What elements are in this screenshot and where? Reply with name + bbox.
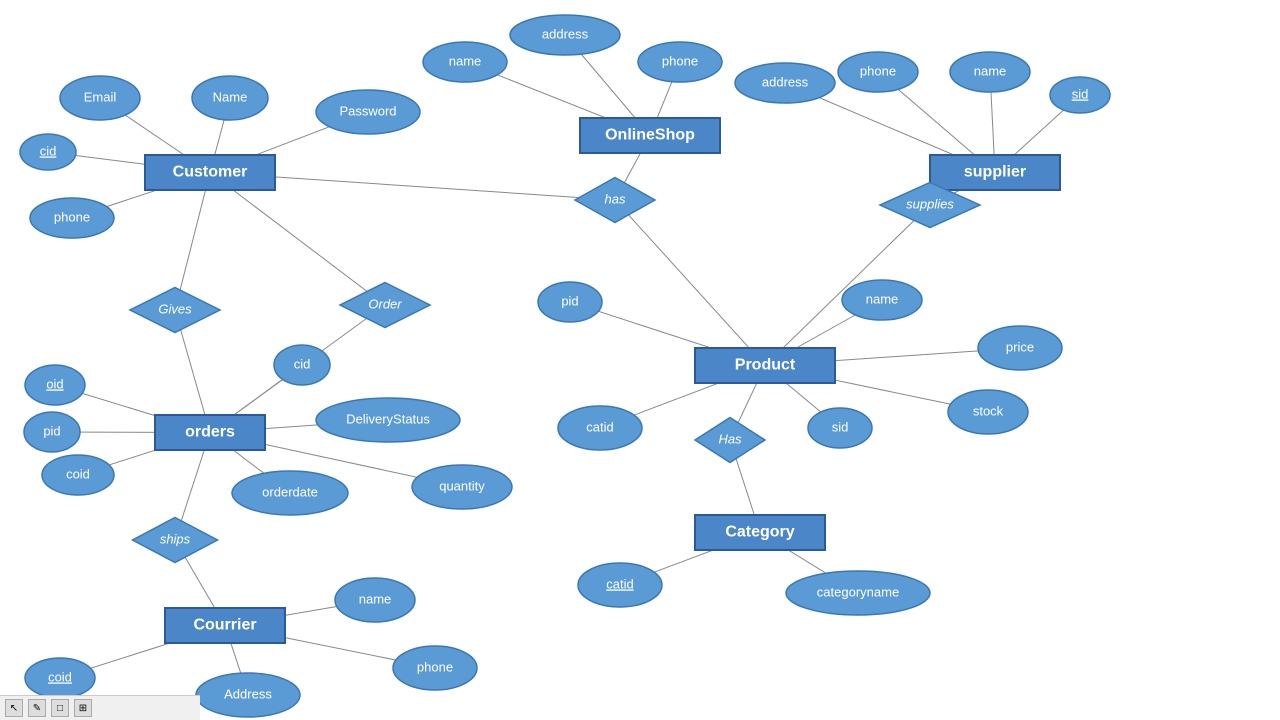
attribute-phone_top: phone	[638, 42, 722, 82]
svg-text:address: address	[542, 26, 589, 41]
svg-text:pid: pid	[561, 293, 578, 308]
attribute-name_courr: name	[335, 578, 415, 622]
attribute-pid_prod: pid	[538, 282, 602, 322]
svg-text:Order: Order	[368, 296, 402, 311]
attribute-catid_prod: catid	[558, 406, 642, 450]
attribute-phone_cust: phone	[30, 198, 114, 238]
attribute-addr_sup: address	[735, 63, 835, 103]
relationship-has2: Has	[695, 418, 765, 463]
svg-text:cid: cid	[40, 143, 57, 158]
svg-text:sid: sid	[1072, 86, 1089, 101]
attribute-catname_cat: categoryname	[786, 571, 930, 615]
attribute-coid_ord: coid	[42, 455, 114, 495]
svg-text:phone: phone	[54, 209, 90, 224]
toolbar-button-1[interactable]: ↖	[5, 699, 23, 717]
svg-text:coid: coid	[66, 466, 90, 481]
attribute-stock_prod: stock	[948, 390, 1028, 434]
svg-text:Email: Email	[84, 89, 117, 104]
attribute-phone_courr: phone	[393, 646, 477, 690]
relationship-ships: ships	[133, 518, 218, 563]
svg-text:ships: ships	[160, 531, 191, 546]
relationship-gives: Gives	[130, 288, 220, 333]
entity-onlineshop: OnlineShop	[580, 118, 720, 153]
svg-text:cid: cid	[294, 356, 311, 371]
er-diagram: OnlineShop Customer supplier Product orders C…	[0, 0, 1280, 720]
svg-text:Product: Product	[735, 357, 796, 374]
entity-category: Category	[695, 515, 825, 550]
attribute-oid_ord: oid	[25, 365, 85, 405]
entity-courrier: Courrier	[165, 608, 285, 643]
attribute-cid_cust: cid	[20, 134, 76, 170]
svg-text:price: price	[1006, 339, 1034, 354]
svg-text:name: name	[359, 591, 392, 606]
svg-text:Customer: Customer	[173, 164, 248, 181]
svg-text:Address: Address	[224, 686, 272, 701]
svg-text:phone: phone	[662, 53, 698, 68]
svg-text:supplier: supplier	[964, 164, 1026, 181]
svg-text:supplies: supplies	[906, 196, 954, 211]
toolbar: ↖ ✎ □ ⊞	[0, 695, 200, 720]
svg-text:Category: Category	[725, 524, 794, 541]
attribute-name_prod: name	[842, 280, 922, 320]
svg-text:stock: stock	[973, 403, 1004, 418]
relationship-has: has	[575, 178, 655, 223]
attribute-phone_sup: phone	[838, 52, 918, 92]
toolbar-button-3[interactable]: □	[51, 699, 69, 717]
svg-text:sid: sid	[832, 419, 849, 434]
entity-supplier: supplier	[930, 155, 1060, 190]
svg-text:Gives: Gives	[158, 301, 192, 316]
entity-product: Product	[695, 348, 835, 383]
attribute-name_top: name	[423, 42, 507, 82]
svg-text:oid: oid	[46, 376, 63, 391]
svg-text:catid: catid	[606, 576, 633, 591]
svg-text:name: name	[974, 63, 1007, 78]
svg-text:Has: Has	[718, 431, 742, 446]
svg-text:has: has	[605, 191, 626, 206]
svg-text:catid: catid	[586, 419, 613, 434]
entity-customer: Customer	[145, 155, 275, 190]
svg-text:phone: phone	[860, 63, 896, 78]
attribute-email_cust: Email	[60, 76, 140, 120]
attribute-name_sup: name	[950, 52, 1030, 92]
attribute-pid_ord: pid	[24, 412, 80, 452]
svg-text:address: address	[762, 74, 809, 89]
svg-text:coid: coid	[48, 669, 72, 684]
svg-text:quantity: quantity	[439, 478, 485, 493]
svg-text:pid: pid	[43, 423, 60, 438]
attribute-password_cust: Password	[316, 90, 420, 134]
attribute-coid_courr: coid	[25, 658, 95, 698]
attribute-quantity: quantity	[412, 465, 512, 509]
svg-text:DeliveryStatus: DeliveryStatus	[346, 411, 430, 426]
svg-text:orderdate: orderdate	[262, 484, 318, 499]
attribute-deliverystatus: DeliveryStatus	[316, 398, 460, 442]
svg-text:Name: Name	[213, 89, 248, 104]
attribute-sid_sup: sid	[1050, 77, 1110, 113]
relationship-order: Order	[340, 283, 430, 328]
attribute-addr_top: address	[510, 15, 620, 55]
attribute-orderdate: orderdate	[232, 471, 348, 515]
svg-text:OnlineShop: OnlineShop	[605, 127, 695, 144]
svg-text:orders: orders	[185, 424, 235, 441]
entity-orders: orders	[155, 415, 265, 450]
svg-text:categoryname: categoryname	[817, 584, 899, 599]
svg-text:name: name	[866, 291, 899, 306]
attribute-sid_prod: sid	[808, 408, 872, 448]
svg-text:phone: phone	[417, 659, 453, 674]
attribute-price_prod: price	[978, 326, 1062, 370]
svg-text:Password: Password	[339, 103, 396, 118]
svg-text:Courrier: Courrier	[193, 617, 256, 634]
attribute-address_courr: Address	[196, 673, 300, 717]
toolbar-button-2[interactable]: ✎	[28, 699, 46, 717]
toolbar-button-4[interactable]: ⊞	[74, 699, 92, 717]
attribute-name_cust: Name	[192, 76, 268, 120]
svg-text:name: name	[449, 53, 482, 68]
attribute-cid_ord: cid	[274, 345, 330, 385]
attribute-catid_cat: catid	[578, 563, 662, 607]
